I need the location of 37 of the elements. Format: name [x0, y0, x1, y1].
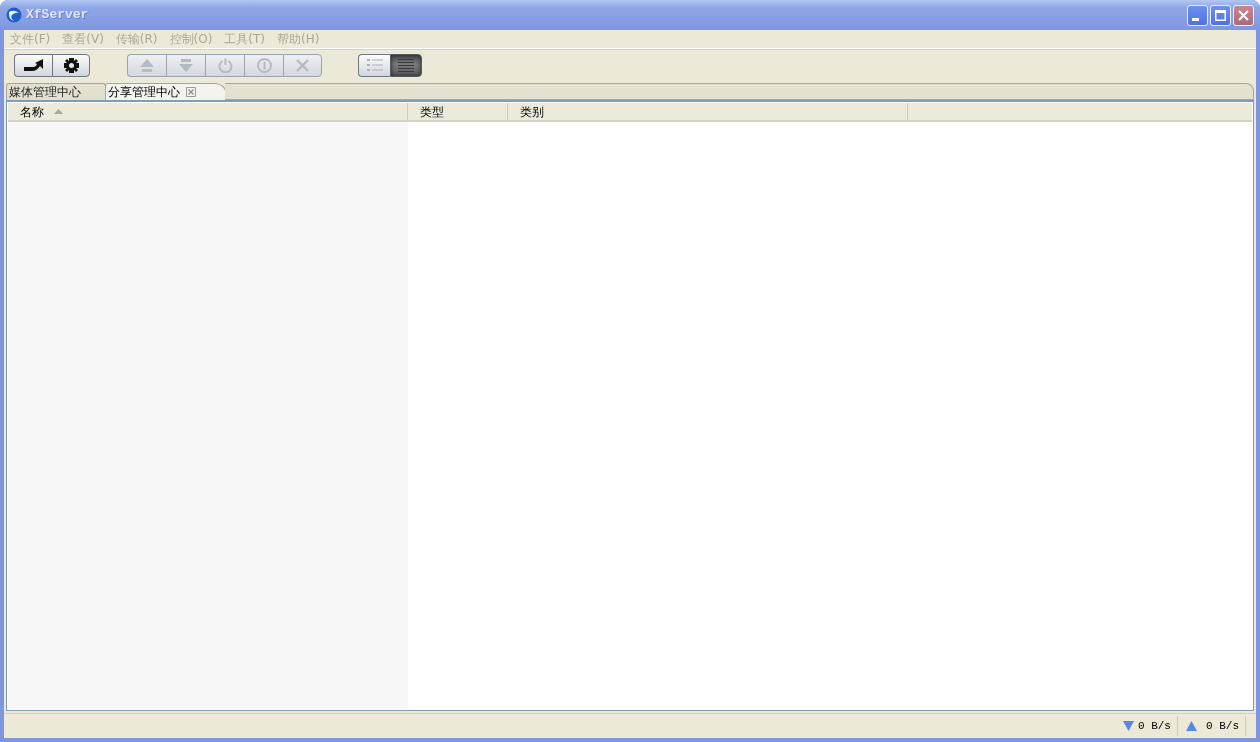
cross-icon — [296, 58, 309, 72]
info-icon — [256, 57, 272, 73]
power-icon — [217, 57, 233, 73]
menu-item[interactable]: 工具(T) — [220, 30, 270, 48]
up-triangle-icon — [1186, 721, 1197, 731]
minimize-button[interactable] — [1187, 4, 1208, 26]
column-header[interactable]: 名称 — [8, 103, 408, 120]
menu-item[interactable]: 帮助(H) — [273, 30, 324, 48]
menu-item[interactable]: 查看(V) — [58, 30, 108, 48]
column-header[interactable]: 类别 — [508, 103, 908, 120]
view-toggle-button[interactable] — [390, 53, 422, 77]
close-icon[interactable] — [186, 87, 196, 97]
window-title: XfServer — [26, 6, 89, 25]
upload-rate: 0 B/s — [1206, 718, 1239, 734]
gear-icon — [63, 57, 79, 73]
menu-item[interactable]: 文件(F) — [6, 30, 55, 48]
maximize-button[interactable] — [1210, 4, 1231, 26]
toolbar-button[interactable] — [14, 53, 52, 77]
list-icon — [366, 59, 383, 71]
tab[interactable]: 分享管理中心 — [105, 83, 227, 100]
tab[interactable]: 媒体管理中心 — [6, 83, 106, 100]
up-arrow-icon — [140, 58, 154, 72]
menu-item[interactable]: 控制(O) — [165, 30, 217, 48]
close-icon — [1238, 9, 1249, 21]
close-button[interactable] — [1233, 4, 1254, 26]
view-toggle-button[interactable] — [358, 53, 390, 77]
curved-arrow-icon — [23, 59, 44, 71]
minimize-icon — [1192, 17, 1199, 21]
menu-item[interactable]: 传输(R) — [111, 30, 162, 48]
down-arrow-icon — [179, 58, 193, 72]
down-triangle-icon — [1122, 721, 1134, 731]
maximize-icon — [1215, 9, 1226, 21]
globe-icon — [6, 7, 22, 23]
toolbar-button[interactable] — [52, 53, 90, 77]
detail-list-icon — [398, 58, 414, 72]
column-header[interactable]: 类型 — [408, 103, 508, 120]
download-rate: 0 B/s — [1137, 718, 1171, 734]
